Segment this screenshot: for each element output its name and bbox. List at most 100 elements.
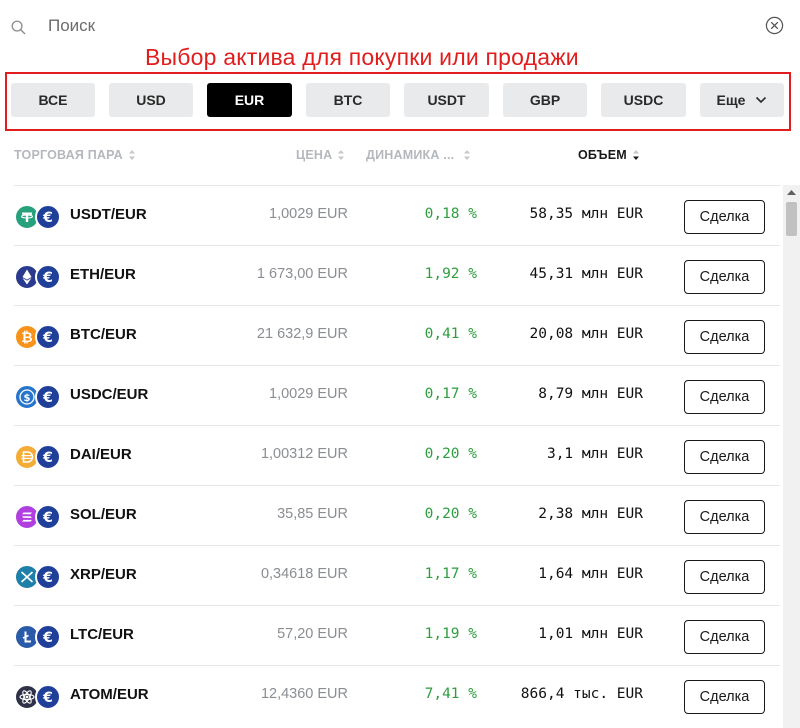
euro-icon: € (35, 444, 61, 470)
deal-button[interactable]: Сделка (684, 500, 765, 534)
column-header-change-label: ДИНАМИКА ... (366, 148, 455, 162)
pair-icons: $ € (14, 384, 62, 410)
pair-change: 0,20 % (424, 506, 477, 522)
filter-chip-btc[interactable]: BTC (306, 83, 390, 117)
pair-volume: 1,64 млн EUR (538, 566, 643, 582)
sort-descending-icon (632, 150, 639, 160)
quote-asset-filter: ВСЕ USD EUR BTC USDT GBP USDC Еще (0, 83, 800, 118)
deal-button[interactable]: Сделка (684, 440, 765, 474)
euro-icon: € (35, 384, 61, 410)
pair-icons: € (14, 204, 62, 230)
pair-name: LTC/EUR (70, 626, 134, 643)
filter-more-dropdown[interactable]: Еще (700, 83, 784, 117)
pair-volume: 58,35 млн EUR (529, 206, 644, 222)
column-header-price-label: ЦЕНА (296, 148, 333, 162)
table-row[interactable]: € DAI/EUR 1,00312 EUR 0,20 % 3,1 млн EUR… (14, 425, 780, 485)
euro-icon: € (35, 264, 61, 290)
pair-price: 21 632,9 EUR (256, 326, 348, 342)
pair-icons: ₿ € (14, 324, 62, 350)
pair-icons: € (14, 564, 62, 590)
clear-search-icon[interactable] (765, 16, 784, 35)
pair-icons: € (14, 444, 62, 470)
pair-price: 1,0029 EUR (269, 386, 348, 402)
pair-name: SOL/EUR (70, 506, 137, 523)
table-row[interactable]: ₿ € BTC/EUR 21 632,9 EUR 0,41 % 20,08 мл… (14, 305, 780, 365)
deal-button[interactable]: Сделка (684, 200, 765, 234)
euro-icon: € (35, 624, 61, 650)
svg-text:€: € (42, 390, 53, 406)
pair-price: 1,00312 EUR (260, 446, 348, 462)
scroll-up-arrow-icon[interactable] (783, 188, 800, 198)
pair-price: 35,85 EUR (277, 506, 348, 522)
pair-change: 0,17 % (424, 386, 477, 402)
deal-button[interactable]: Сделка (684, 620, 765, 654)
search-icon (11, 20, 26, 35)
pair-volume: 1,01 млн EUR (538, 626, 643, 642)
euro-icon: € (35, 324, 61, 350)
scrollbar[interactable] (783, 185, 800, 728)
deal-button[interactable]: Сделка (684, 260, 765, 294)
svg-text:₿: ₿ (21, 330, 32, 346)
pair-name: USDC/EUR (70, 386, 149, 403)
scrollbar-thumb[interactable] (786, 202, 797, 236)
pair-icons: € (14, 504, 62, 530)
pair-price: 1 673,00 EUR (256, 266, 348, 282)
table-row[interactable]: € XRP/EUR 0,34618 EUR 1,17 % 1,64 млн EU… (14, 545, 780, 605)
pair-volume: 866,4 тыс. EUR (520, 686, 643, 702)
pair-volume: 3,1 млн EUR (546, 446, 643, 462)
filter-chip-all[interactable]: ВСЕ (11, 83, 95, 117)
svg-text:€: € (42, 450, 53, 466)
filter-chip-usd[interactable]: USD (109, 83, 193, 117)
column-header-volume-label: ОБЪЕМ (578, 148, 627, 162)
sort-icon (128, 150, 135, 160)
euro-icon: € (35, 564, 61, 590)
filter-chip-usdc[interactable]: USDC (601, 83, 686, 117)
search-input[interactable] (48, 12, 728, 40)
pair-name: BTC/EUR (70, 326, 137, 343)
pair-volume: 8,79 млн EUR (538, 386, 643, 402)
table-row[interactable]: € USDT/EUR 1,0029 EUR 0,18 % 58,35 млн E… (14, 185, 780, 245)
pair-name: DAI/EUR (70, 446, 132, 463)
pair-change: 0,41 % (424, 326, 477, 342)
filter-chip-gbp[interactable]: GBP (503, 83, 587, 117)
filter-chip-usdt[interactable]: USDT (404, 83, 489, 117)
filter-chip-eur[interactable]: EUR (207, 83, 292, 117)
column-header-volume[interactable]: ОБЪЕМ (578, 145, 640, 165)
pair-price: 1,0029 EUR (269, 206, 348, 222)
pair-change: 1,92 % (424, 266, 477, 282)
svg-text:€: € (42, 270, 53, 286)
pair-name: ETH/EUR (70, 266, 136, 283)
svg-text:€: € (42, 210, 53, 226)
pair-name: ATOM/EUR (70, 686, 149, 703)
table-row[interactable]: € ETH/EUR 1 673,00 EUR 1,92 % 45,31 млн … (14, 245, 780, 305)
sort-icon (338, 150, 345, 160)
table-row[interactable]: € SOL/EUR 35,85 EUR 0,20 % 2,38 млн EUR … (14, 485, 780, 545)
column-header-pair[interactable]: ТОРГОВАЯ ПАРА (14, 145, 136, 165)
pair-change: 1,19 % (424, 626, 477, 642)
svg-text:€: € (42, 690, 53, 706)
deal-button[interactable]: Сделка (684, 320, 765, 354)
table-row[interactable]: $ € USDC/EUR 1,0029 EUR 0,17 % 8,79 млн … (14, 365, 780, 425)
pair-change: 0,20 % (424, 446, 477, 462)
pair-price: 57,20 EUR (277, 626, 348, 642)
svg-text:€: € (42, 330, 53, 346)
pair-price: 0,34618 EUR (260, 566, 348, 582)
pair-icons: € (14, 264, 62, 290)
pair-price: 12,4360 EUR (260, 686, 348, 702)
euro-icon: € (35, 204, 61, 230)
pair-volume: 20,08 млн EUR (529, 326, 644, 342)
column-header-change[interactable]: ДИНАМИКА ... (366, 145, 471, 165)
table-row[interactable]: € ATOM/EUR 12,4360 EUR 7,41 % 866,4 тыс.… (14, 665, 780, 725)
deal-button[interactable]: Сделка (684, 380, 765, 414)
svg-text:$: $ (24, 393, 31, 404)
deal-button[interactable]: Сделка (684, 560, 765, 594)
pair-icons: € (14, 684, 62, 710)
pair-change: 7,41 % (424, 686, 477, 702)
pair-name: USDT/EUR (70, 206, 147, 223)
pair-change: 1,17 % (424, 566, 477, 582)
chevron-down-icon (756, 96, 767, 104)
sort-icon (464, 150, 471, 160)
deal-button[interactable]: Сделка (684, 680, 765, 714)
column-header-price[interactable]: ЦЕНА (296, 145, 345, 165)
table-row[interactable]: € LTC/EUR 57,20 EUR 1,19 % 1,01 млн EUR … (14, 605, 780, 665)
